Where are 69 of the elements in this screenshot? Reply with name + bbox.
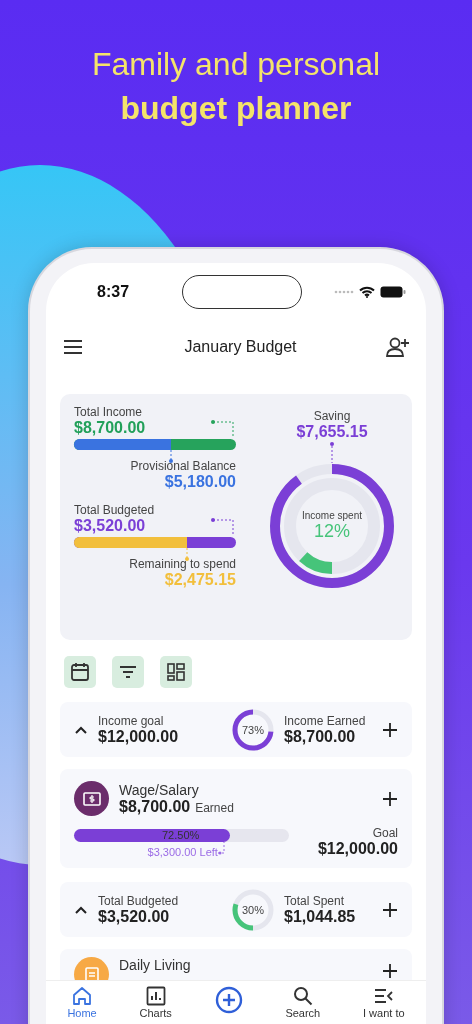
progress-percent: 72.50%: [162, 829, 200, 842]
calendar-icon: [70, 662, 90, 682]
stat-value: $2,475.15: [164, 571, 236, 589]
goal-label: Goal: [372, 826, 398, 840]
category-card[interactable]: Daily Living: [60, 949, 412, 980]
stat-value: $8,700.00: [74, 419, 146, 437]
row-label: Total Budgeted: [98, 893, 180, 908]
search-icon: [292, 986, 313, 1006]
add-icon[interactable]: [382, 901, 398, 918]
nav-tab[interactable]: I want to: [363, 986, 405, 1024]
battery-icon: [380, 286, 406, 298]
grid-icon: [166, 662, 186, 682]
donut-value: 12%: [314, 521, 350, 542]
ring-percent: 30%: [242, 903, 264, 916]
stat-label: Total Income: [74, 405, 144, 419]
stat-label: Remaining to spend: [129, 557, 236, 571]
filter-button[interactable]: [112, 656, 144, 688]
add-person-icon[interactable]: [386, 337, 410, 357]
collapse-icon[interactable]: [74, 724, 88, 735]
collapse-icon[interactable]: [74, 904, 88, 915]
category-amount: $8,700.00: [119, 797, 191, 816]
row-value: $3,520.00: [98, 907, 170, 926]
stat-label: Saving: [313, 409, 351, 423]
donut-label: Income spent: [301, 510, 362, 521]
screen-title: January Budget: [184, 338, 297, 356]
row-label: Income goal: [98, 713, 165, 728]
budget-summary-card[interactable]: Total Budgeted $3,520.00 30% Total Spent $1,044.85: [60, 882, 412, 937]
wifi-icon: [359, 286, 375, 298]
calendar-button[interactable]: [64, 656, 96, 688]
home-icon: [72, 986, 93, 1006]
category-card[interactable]: Wage/Salary $8,700.00 Earned 72.50% $3,300.00 Left Goal $12,000.00: [60, 769, 412, 868]
status-time: 8:37: [97, 283, 130, 301]
goal-value: $12,000.00: [317, 840, 398, 858]
row-label: Income Earned: [284, 713, 367, 728]
signal-dots-icon: [334, 290, 354, 294]
amount-caption: Earned: [195, 800, 234, 815]
stat-value: $7,655.15: [296, 423, 368, 441]
nav-tab[interactable]: Charts: [139, 986, 172, 1024]
category-name: Daily Living: [119, 957, 192, 974]
nav-tab[interactable]: Home: [67, 986, 97, 1024]
add-icon[interactable]: [382, 721, 398, 738]
row-value: $8,700.00: [284, 727, 357, 746]
remaining-amount: $3,300.00 Left: [147, 846, 218, 858]
stat-value: $5,180.00: [164, 473, 236, 491]
leader-line: [329, 441, 335, 463]
row-value: $1,044.85: [284, 907, 357, 926]
leader-line: [210, 517, 236, 537]
income-goal-card[interactable]: Income goal $12,000.00 73% Income Earned $8,700.00: [60, 702, 412, 757]
progress-ring: [232, 888, 274, 931]
nav-tab[interactable]: Search: [285, 986, 321, 1024]
add-icon: [214, 986, 243, 1014]
add-icon[interactable]: [382, 790, 398, 807]
menu-icon[interactable]: [63, 339, 83, 355]
headline: Family and personal: [91, 45, 381, 83]
add-icon[interactable]: [382, 963, 398, 979]
bar-chart-icon: [145, 986, 166, 1006]
stat-label: Provisional Balance: [130, 459, 236, 473]
row-value: $12,000.00: [98, 727, 180, 746]
layout-button[interactable]: [160, 656, 192, 688]
progress-ring: [232, 708, 274, 751]
row-label: Total Spent: [284, 893, 346, 908]
list-icon: [373, 986, 394, 1006]
leader-line: [184, 548, 191, 562]
ring-percent: 73%: [242, 723, 264, 736]
stat-value: $3,520.00: [74, 517, 146, 535]
leader-line: [210, 419, 236, 439]
headline: budget planner: [120, 89, 352, 127]
category-name: Wage/Salary: [119, 781, 200, 798]
stat-label: Total Budgeted: [74, 503, 156, 517]
